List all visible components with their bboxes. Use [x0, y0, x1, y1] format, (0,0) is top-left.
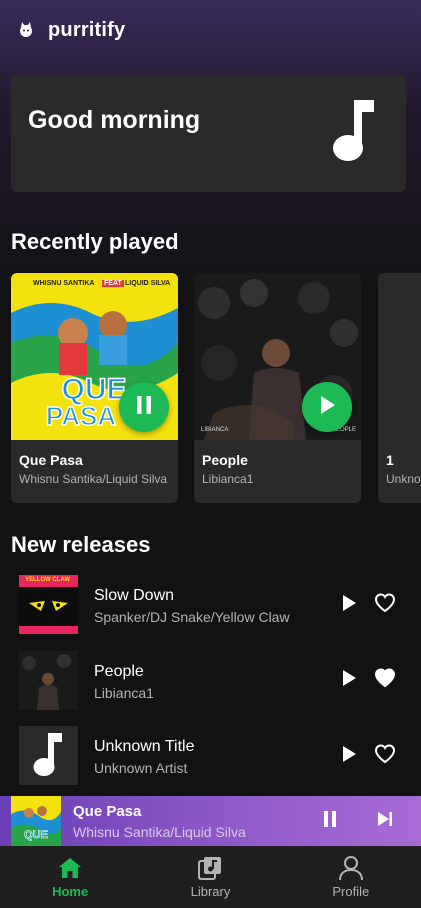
release-artist: Spanker/DJ Snake/Yellow Claw: [94, 609, 290, 625]
nav-item-profile[interactable]: Profile: [281, 846, 421, 908]
list-item[interactable]: YELLOW CLAW Slow Down Spanker/DJ Snake/Y…: [0, 570, 421, 646]
library-icon: [197, 855, 223, 881]
skip-next-icon: [377, 811, 393, 832]
release-title: Unknown Title: [94, 738, 195, 755]
pause-button[interactable]: [119, 382, 169, 432]
list-item[interactable]: People Libianca1: [0, 646, 421, 722]
album-cover: QUE PASA WHISNU SANTIKA FEAT LIQUID SILV…: [11, 273, 178, 440]
nav-label: Library: [190, 884, 231, 899]
album-cover: [19, 650, 78, 710]
recently-played-heading: Recently played: [11, 229, 179, 254]
heart-filled-icon: [374, 668, 396, 693]
greeting-card[interactable]: Good morning: [11, 75, 406, 192]
nav-label: Home: [52, 884, 89, 899]
recent-card-people[interactable]: LIBIANCA PEOPLE People Libianca1: [194, 273, 361, 503]
recent-card-artist: Libianca1: [202, 472, 254, 486]
nav-label: Profile: [332, 884, 370, 899]
now-playing-cover: QUE: [11, 796, 61, 846]
pause-icon: [136, 395, 152, 419]
like-button[interactable]: [373, 668, 397, 693]
release-title: People: [94, 662, 144, 680]
recent-card-1[interactable]: 1 Unknown Artist: [378, 273, 421, 503]
pause-button[interactable]: [320, 810, 340, 832]
recent-card-title: 1: [386, 452, 394, 468]
recent-card-artist: Whisnu Santika/Liquid Silva: [19, 472, 168, 486]
pause-icon: [322, 810, 338, 832]
new-releases-heading: New releases: [11, 532, 151, 557]
like-button[interactable]: [373, 743, 397, 769]
app-title: purritify: [48, 18, 126, 41]
recent-card-artist: Unknown Artist: [386, 472, 421, 486]
home-icon: [57, 855, 83, 881]
recent-card-que-pasa[interactable]: QUE PASA WHISNU SANTIKA FEAT LIQUID SILV…: [11, 273, 178, 503]
mini-player[interactable]: QUE Que Pasa Whisnu Santika/Liquid Silva: [0, 796, 421, 846]
profile-icon: [338, 855, 364, 881]
music-note-icon: [332, 100, 376, 167]
play-icon: [342, 594, 356, 616]
recent-card-title: Que Pasa: [19, 452, 83, 468]
play-icon: [342, 670, 356, 691]
play-icon: [319, 395, 335, 419]
new-releases-list: YELLOW CLAW Slow Down Spanker/DJ Snake/Y…: [0, 570, 421, 797]
play-button[interactable]: [338, 745, 360, 767]
cover-text: YELLOW CLAW: [25, 577, 70, 583]
cat-logo-icon: [16, 20, 36, 40]
album-cover: LIBIANCA PEOPLE: [194, 273, 361, 440]
cover-text-left: LIBIANCA: [201, 427, 229, 433]
greeting-text: Good morning: [28, 106, 201, 134]
like-button[interactable]: [373, 592, 397, 618]
album-cover: [19, 726, 78, 785]
heart-outline-icon: [374, 592, 396, 618]
nav-item-library[interactable]: Library: [140, 846, 280, 908]
list-item[interactable]: Unknown Title Unknown Artist: [0, 721, 421, 797]
play-button[interactable]: [338, 670, 360, 692]
recent-card-title: People: [202, 452, 248, 468]
release-artist: Libianca1: [94, 684, 154, 701]
cover-artist-text-2: LIQUID SILVA: [125, 280, 171, 287]
cover-feat-text: FEAT: [102, 280, 124, 287]
app-header: purritify: [0, 0, 421, 60]
release-title: Slow Down: [94, 587, 175, 604]
recently-played-row[interactable]: QUE PASA WHISNU SANTIKA FEAT LIQUID SILV…: [11, 273, 421, 503]
cover-artist-text: WHISNU SANTIKA: [33, 280, 95, 287]
heart-outline-icon: [374, 743, 396, 769]
release-artist: Unknown Artist: [94, 760, 188, 776]
play-button[interactable]: [338, 594, 360, 616]
nav-item-home[interactable]: Home: [0, 846, 140, 908]
music-note-icon: [33, 733, 63, 782]
album-cover: [378, 273, 421, 440]
next-button[interactable]: [375, 811, 395, 831]
now-playing-artist: Whisnu Santika/Liquid Silva: [73, 824, 246, 840]
svg-text:PASA: PASA: [46, 401, 117, 431]
play-icon: [342, 745, 356, 767]
play-button[interactable]: [302, 382, 352, 432]
svg-text:QUE: QUE: [24, 829, 48, 841]
album-cover: YELLOW CLAW: [19, 575, 78, 634]
now-playing-title: Que Pasa: [73, 803, 142, 820]
bottom-nav: Home Library Profile: [0, 846, 421, 908]
